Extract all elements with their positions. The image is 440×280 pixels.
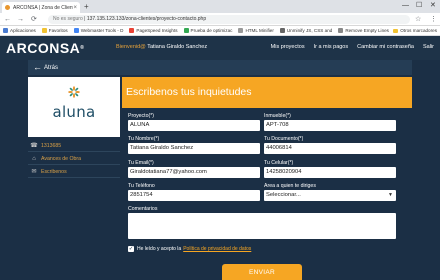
- other-bookmarks-folder[interactable]: Otros marcadores: [390, 26, 437, 35]
- area-select[interactable]: Seleccionar... ▼: [264, 190, 396, 201]
- sidebar-item-phone[interactable]: ☎ 1313685: [28, 140, 120, 152]
- comentarios-textarea[interactable]: [128, 213, 396, 239]
- tab-close-icon[interactable]: ×: [73, 5, 77, 11]
- maximize-icon[interactable]: ☐: [416, 1, 422, 11]
- other-bookmarks-label: Otros marcadores: [400, 28, 437, 33]
- bookmark-icon: [129, 28, 135, 33]
- bookmark-label: Webmaster Tools - D: [80, 28, 124, 33]
- project-brand-box: aluna: [28, 77, 120, 137]
- bookmark-item[interactable]: Unminify JS, CSS and: [279, 28, 333, 33]
- phone-icon: ☎: [30, 143, 38, 149]
- back-arrow-icon[interactable]: ←: [4, 15, 11, 24]
- browser-tabstrip: ARCONSA | Zona de Clientes × + — ☐ ✕: [0, 0, 440, 13]
- back-label: Atrás: [44, 64, 59, 71]
- area-label: Area a quien te diriges: [264, 183, 316, 189]
- forward-arrow-icon[interactable]: →: [17, 15, 24, 24]
- privacy-consent: ✓ He leído y acepto la Política de priva…: [128, 246, 251, 252]
- project-sidebar: aluna ☎ 1313685 ⌂ Avances de Obra ✉ Escr…: [28, 77, 120, 280]
- bookmark-item[interactable]: Aplicaciones: [3, 28, 36, 33]
- bookmark-icon: [183, 28, 189, 33]
- back-arrow-icon: ←: [33, 62, 42, 72]
- aluna-leaf-icon: [68, 86, 80, 98]
- bookmark-label: Aplicaciones: [10, 28, 36, 33]
- documento-field[interactable]: 44006814: [264, 143, 396, 154]
- bookmark-label: PageSpeed Insights: [136, 28, 178, 33]
- site-header: ARCONSA® Bienvenid@ Tatiana Giraldo Sanc…: [0, 36, 440, 60]
- bookmark-icon: [338, 28, 344, 33]
- bookmark-icon: [41, 28, 47, 33]
- bookmark-label: HTML Minifier: [245, 28, 274, 33]
- proyecto-field[interactable]: ALUNA: [128, 120, 260, 131]
- nav-cambiar-contrasena[interactable]: Cambiar mi contraseña: [357, 44, 414, 50]
- email-label: Tu Email(*): [128, 160, 154, 166]
- bookmark-icon: [3, 28, 8, 33]
- email-field[interactable]: Giraldotatiana77@yahoo.com: [128, 167, 260, 178]
- proyecto-label: Proyecto(*): [128, 113, 154, 119]
- reload-icon[interactable]: ⟳: [31, 15, 37, 24]
- top-nav: Mis proyectos Ir a mis pagos Cambiar mi …: [262, 44, 434, 50]
- not-secure-label: No es seguro: [53, 16, 83, 22]
- site-favicon-icon: [5, 5, 10, 10]
- home-icon: ⌂: [32, 155, 36, 162]
- folder-icon: [393, 29, 399, 33]
- mail-icon: ✉: [31, 169, 37, 175]
- form-title: Escribenos tus inquietudes: [126, 86, 252, 98]
- bookmark-item[interactable]: Remove Empty Lines: [338, 28, 389, 33]
- bookmark-icon: [279, 28, 285, 33]
- form-header: Escribenos tus inquietudes: [122, 77, 412, 108]
- documento-label: Tu Documento(*): [264, 136, 304, 142]
- browser-toolbar: ← → ⟳ No es seguro | 137.135.123.133/zon…: [0, 13, 440, 26]
- consent-text: He leído y acepto la: [137, 246, 182, 252]
- bookmark-item[interactable]: PageSpeed Insights: [129, 28, 178, 33]
- nombre-field[interactable]: Tatiana Giraldo Sanchez: [128, 143, 260, 154]
- celular-field[interactable]: 14258020904: [264, 167, 396, 178]
- arconsa-logo[interactable]: ARCONSA®: [6, 40, 84, 56]
- browser-menu-icon[interactable]: ⋮: [430, 15, 437, 24]
- browser-tab[interactable]: ARCONSA | Zona de Clientes ×: [2, 2, 80, 13]
- bookmark-item[interactable]: HTML Minifier: [238, 28, 274, 33]
- bookmark-label: Prueba de optimizac: [190, 28, 233, 33]
- welcome-text: Bienvenid@ Tatiana Giraldo Sanchez: [116, 44, 208, 50]
- close-window-icon[interactable]: ✕: [430, 1, 436, 11]
- bookmark-label: Remove Empty Lines: [345, 28, 389, 33]
- bookmark-item[interactable]: Webmaster Tools - D: [73, 28, 124, 33]
- project-brand-name: aluna: [52, 103, 96, 121]
- celular-label: Tu Celular(*): [264, 160, 294, 166]
- new-tab-button[interactable]: +: [84, 2, 89, 11]
- star-icon[interactable]: ☆: [415, 15, 421, 24]
- bookmark-icon: [238, 28, 244, 33]
- back-link[interactable]: ← Atrás: [28, 60, 412, 75]
- bookmark-label: Unminify JS, CSS and: [286, 28, 333, 33]
- bookmarks-bar: Aplicaciones Favoritos Webmaster Tools - D…: [0, 26, 440, 36]
- contact-form: Proyecto(*) ALUNA Inmueble(*) APT-708 Tu…: [122, 108, 412, 280]
- chevron-down-icon: ▼: [388, 192, 393, 198]
- bookmark-label: Favoritos: [48, 28, 68, 33]
- telefono-field[interactable]: 2851754: [128, 190, 260, 201]
- tab-title: ARCONSA | Zona de Clientes: [13, 4, 74, 11]
- sidebar-item-escribenos[interactable]: ✉ Escribenos: [28, 166, 120, 178]
- inmueble-label: Inmueble(*): [264, 113, 291, 119]
- sidebar-item-label: 1313685: [41, 142, 62, 149]
- inmueble-field[interactable]: APT-708: [264, 120, 396, 131]
- sidebar-item-avances[interactable]: ⌂ Avances de Obra: [28, 153, 120, 165]
- bookmark-icon: [73, 28, 79, 33]
- sidebar-item-label: Escribenos: [41, 168, 67, 175]
- privacy-checkbox[interactable]: ✓: [128, 246, 134, 252]
- nav-salir[interactable]: Salir: [423, 44, 434, 50]
- bookmark-item[interactable]: Prueba de optimizac: [183, 28, 233, 33]
- bookmark-item[interactable]: Favoritos: [41, 28, 68, 33]
- privacy-policy-link[interactable]: Política de privacidad de datos: [183, 246, 251, 252]
- nav-mis-pagos[interactable]: Ir a mis pagos: [314, 44, 349, 50]
- user-name: Tatiana Giraldo Sanchez: [147, 44, 208, 50]
- nombre-label: Tu Nombre(*): [128, 136, 160, 142]
- minimize-icon[interactable]: —: [402, 1, 409, 11]
- area-selected-value: Seleccionar...: [266, 192, 301, 198]
- sidebar-item-label: Avances de Obra: [41, 155, 81, 162]
- comentarios-label: Comentarios: [128, 206, 158, 212]
- submit-button[interactable]: ENVIAR: [222, 264, 302, 280]
- url-text: 137.135.123.133/zona-clientes/proyecto-c…: [86, 16, 207, 22]
- nav-mis-proyectos[interactable]: Mis proyectos: [271, 44, 305, 50]
- address-bar[interactable]: No es seguro | 137.135.123.133/zona-clie…: [48, 15, 410, 24]
- telefono-label: Tu Teléfono: [128, 183, 155, 189]
